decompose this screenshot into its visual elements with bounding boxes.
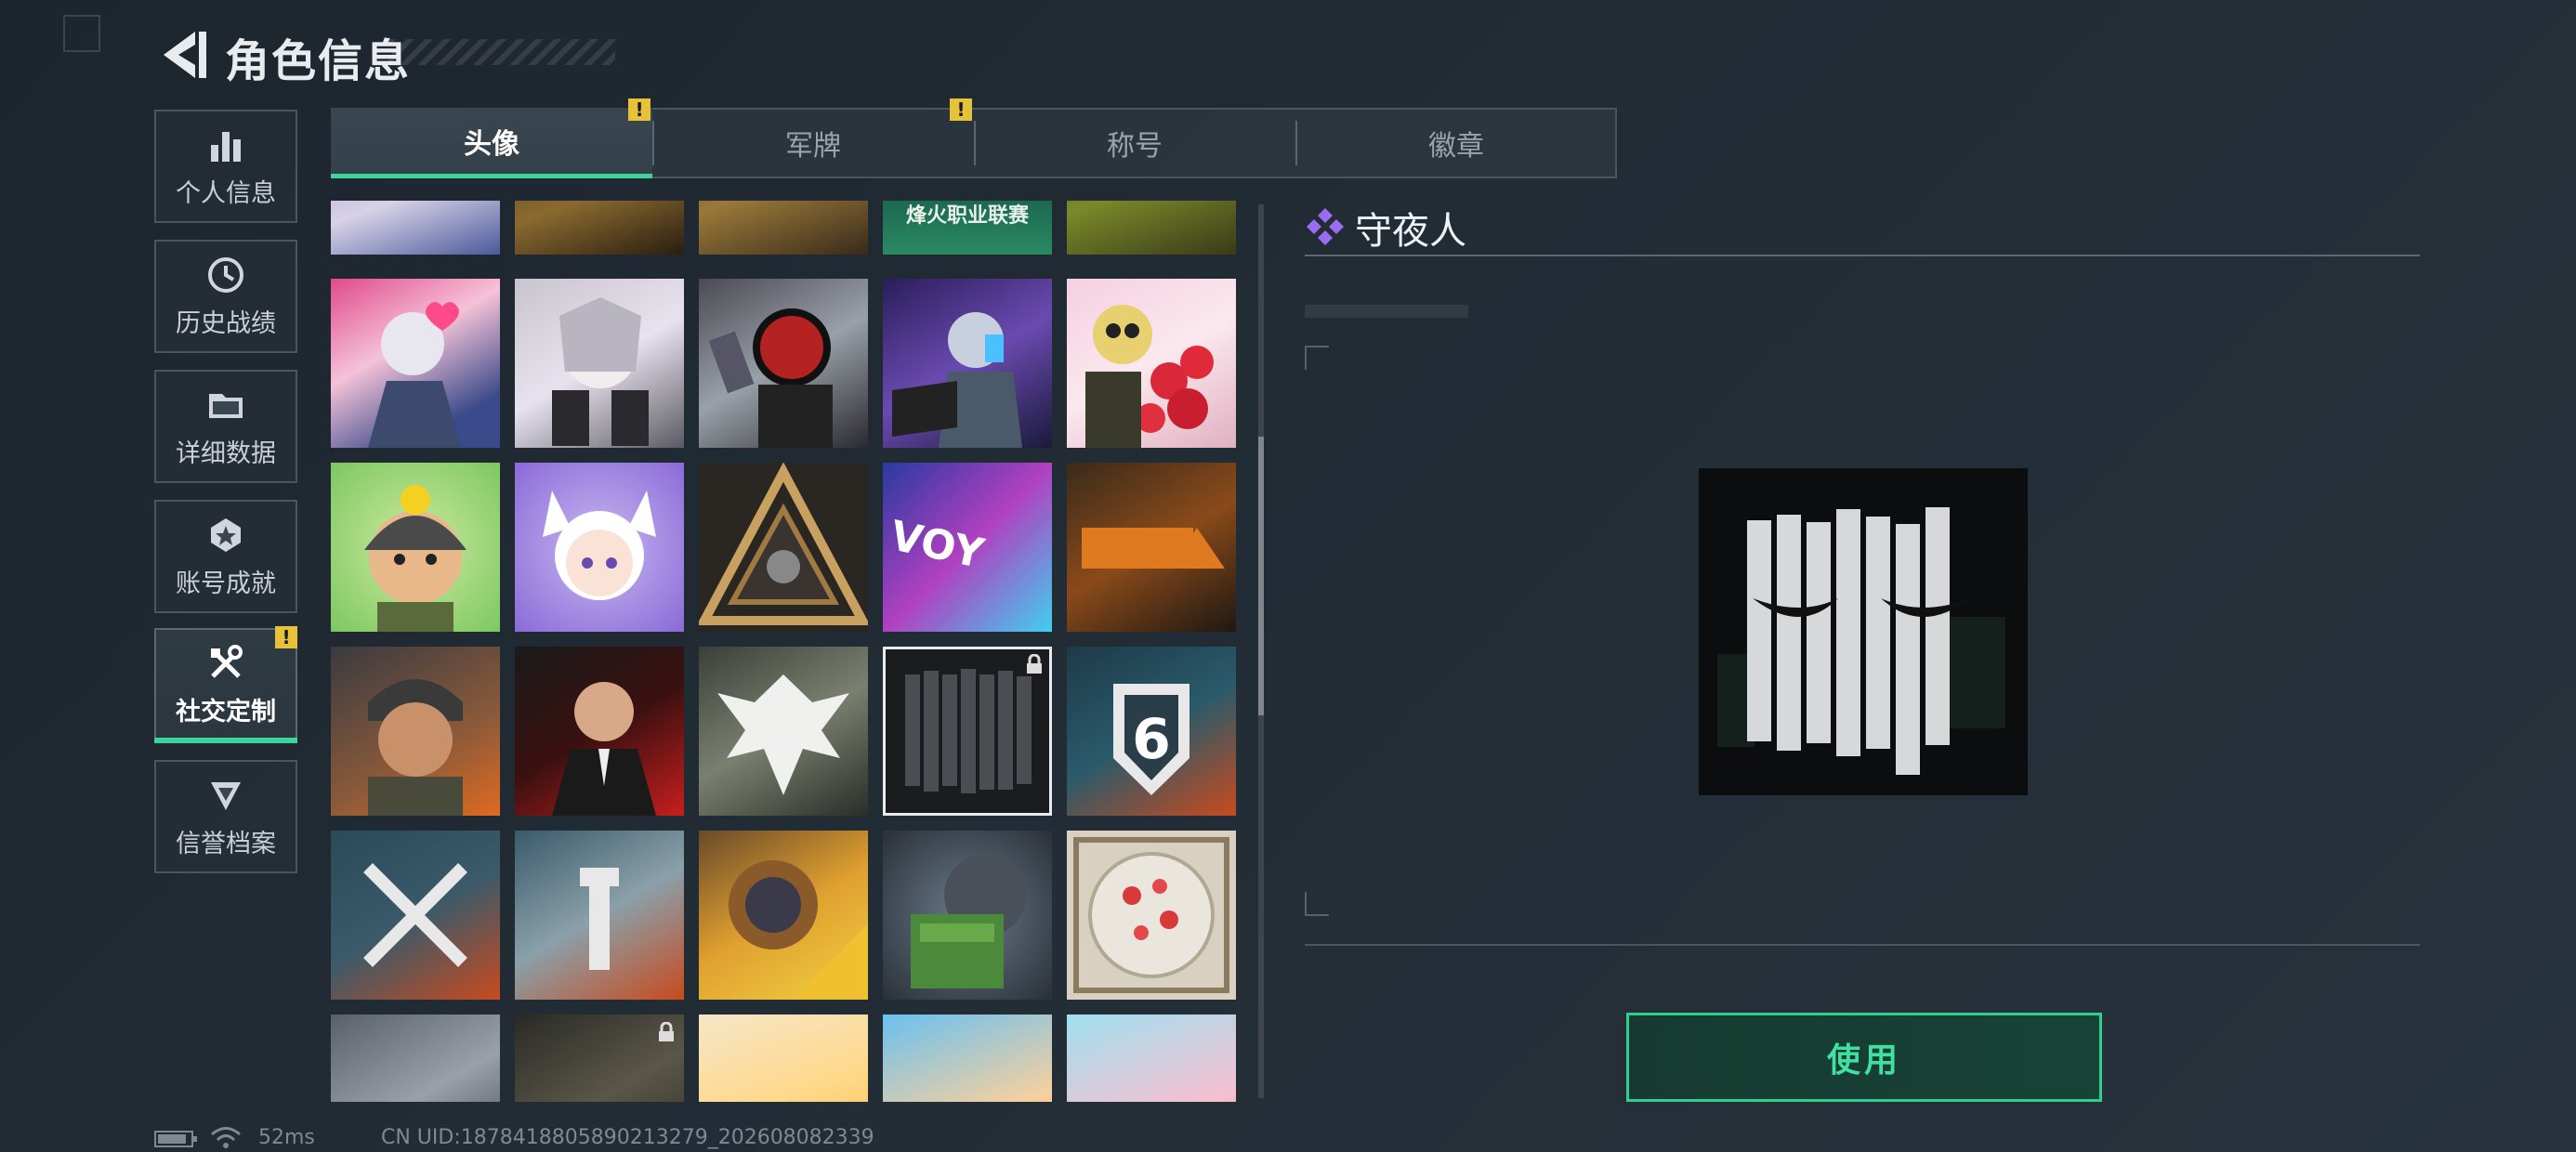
avatar-item[interactable] (883, 279, 1052, 448)
achievement-icon (211, 517, 241, 552)
avatar-item[interactable] (699, 279, 868, 448)
scrollbar-thumb[interactable] (1258, 437, 1264, 715)
tab-divider (974, 121, 976, 165)
tab-divider (1295, 121, 1297, 165)
avatar-item[interactable] (1067, 463, 1236, 632)
sidebar-item-profile[interactable]: 个人信息 (154, 110, 297, 223)
avatar-item[interactable] (883, 1015, 1052, 1102)
avatar-item[interactable] (699, 201, 868, 255)
avatar-banner-text: 烽火职业联赛 (905, 204, 1029, 228)
sidebar-item-achievements[interactable]: 账号成就 (154, 500, 297, 613)
sidebar-item-label: 社交定制 (176, 697, 276, 727)
avatar-item[interactable] (1067, 201, 1236, 255)
ping-text: 52ms (258, 1126, 315, 1149)
avatar-item[interactable] (331, 647, 500, 816)
page-title: 角色信息 (225, 35, 412, 87)
battery-icon (154, 1131, 197, 1147)
tools-icon (211, 644, 243, 678)
lock-icon (659, 1022, 674, 1041)
sidebar-item-details[interactable]: 详细数据 (154, 370, 297, 483)
history-icon (208, 256, 243, 293)
sidebar-item-label: 历史战绩 (176, 308, 276, 338)
sidebar-item-credit[interactable]: 信誉档案 (154, 760, 297, 873)
frame-corner (1305, 892, 1329, 916)
avatar-item[interactable] (515, 279, 684, 448)
avatar-grid: 烽火职业联赛 VOY 6 (331, 201, 1243, 1102)
corner-decoration (63, 15, 100, 52)
title-decoration (388, 39, 615, 65)
lock-icon (1027, 654, 1042, 674)
sidebar-item-label: 个人信息 (176, 178, 276, 208)
divider (1305, 255, 2420, 256)
avatar-preview-image (1699, 468, 2028, 795)
back-arrow-icon[interactable] (154, 28, 210, 82)
sidebar-item-label: 账号成就 (176, 569, 276, 598)
avatar-item[interactable] (1067, 831, 1236, 1000)
svg-text:6: 6 (1132, 707, 1171, 772)
avatar-item[interactable] (331, 463, 500, 632)
wifi-icon (211, 1127, 241, 1148)
tab-avatar[interactable]: 头像 (331, 108, 652, 178)
faint-decoration (1305, 305, 1468, 318)
svg-text:VOY: VOY (887, 512, 989, 578)
diamond-icon (1307, 208, 1344, 245)
avatar-item[interactable]: 6 (1067, 647, 1236, 816)
notice-badge: ! (628, 98, 651, 121)
active-indicator (154, 738, 297, 743)
frame-corner (1305, 346, 1329, 370)
avatar-item[interactable] (515, 463, 684, 632)
avatar-item[interactable]: 烽火职业联赛 (883, 201, 1052, 255)
avatar-item[interactable] (699, 463, 868, 632)
avatar-item[interactable] (331, 831, 500, 1000)
avatar-item[interactable] (331, 279, 500, 448)
avatar-item[interactable] (331, 1015, 500, 1102)
tab-dogtag[interactable]: 军牌 (652, 108, 974, 178)
use-button[interactable]: 使用 (1626, 1013, 2102, 1102)
tab-title[interactable]: 称号 (974, 108, 1295, 178)
avatar-item[interactable] (1067, 279, 1236, 448)
avatar-item[interactable] (699, 831, 868, 1000)
notice-badge: ! (950, 98, 972, 121)
avatar-item[interactable] (1067, 1015, 1236, 1102)
selected-avatar-name: 守夜人 (1355, 210, 1466, 253)
credit-icon (211, 781, 241, 810)
sidebar-item-history[interactable]: 历史战绩 (154, 240, 297, 353)
notice-badge: ! (275, 626, 297, 648)
avatar-item[interactable] (699, 647, 868, 816)
avatar-item[interactable] (515, 201, 684, 255)
avatar-item-selected[interactable] (883, 647, 1052, 816)
avatar-item[interactable] (331, 201, 500, 255)
sidebar-item-label: 信誉档案 (176, 829, 276, 858)
avatar-item[interactable] (515, 1015, 684, 1102)
bar-chart-icon (211, 131, 241, 162)
tab-divider (652, 121, 654, 165)
tab-badge[interactable]: 徽章 (1295, 108, 1617, 178)
divider (1305, 944, 2420, 946)
avatar-item[interactable] (883, 831, 1052, 1000)
avatar-item[interactable] (515, 647, 684, 816)
uid-text: CN UID:1878418805890213279_202608082339 (381, 1126, 874, 1149)
sidebar-item-label: 详细数据 (176, 439, 276, 468)
folder-icon (209, 393, 243, 418)
avatar-item[interactable] (515, 831, 684, 1000)
avatar-item[interactable] (699, 1015, 868, 1102)
avatar-item[interactable]: VOY (883, 463, 1052, 632)
